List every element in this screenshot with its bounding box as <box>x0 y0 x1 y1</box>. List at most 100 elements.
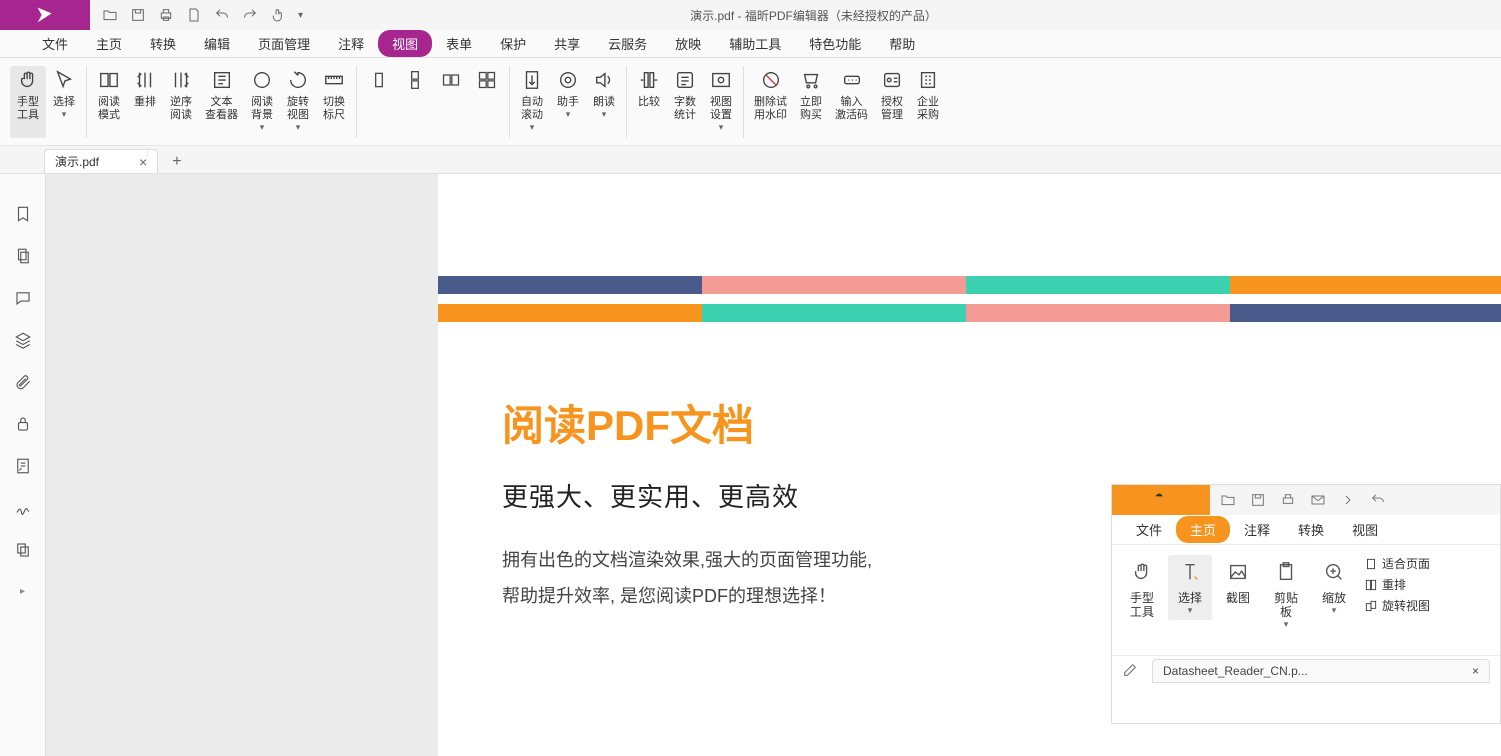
decorative-bars <box>438 276 1501 322</box>
delwm-icon <box>759 68 783 92</box>
mini-menu-file: 文件 <box>1122 516 1176 543</box>
cursor-icon <box>1177 559 1203 585</box>
menu-accessibility[interactable]: 辅助工具 <box>715 30 795 57</box>
textview-icon <box>210 68 234 92</box>
wordcount-button[interactable]: 字数 统计 <box>667 66 703 138</box>
mini-snapshot-button: 截图 <box>1216 555 1260 609</box>
autoscroll-icon <box>520 68 544 92</box>
qat-dropdown-icon[interactable]: ▾ <box>298 7 314 23</box>
add-tab-button[interactable]: + <box>172 153 181 173</box>
select-button[interactable]: 选择 ▾ <box>46 66 82 138</box>
ruler-button[interactable]: 切换 标尺 <box>316 66 352 138</box>
mini-logo <box>1112 485 1210 515</box>
ribbon: 手型 工具 选择 ▾ 阅读 模式 重排 逆序 阅读 文本 查看器 阅读 背景▾ … <box>0 58 1501 146</box>
layout-single-button[interactable] <box>361 66 397 138</box>
read-bg-button[interactable]: 阅读 背景▾ <box>244 66 280 138</box>
buy-now-button[interactable]: 立即 购买 <box>793 66 829 138</box>
enterprise-icon <box>916 68 940 92</box>
menu-features[interactable]: 特色功能 <box>795 30 875 57</box>
rotate-icon <box>286 68 310 92</box>
mini-menu-view: 视图 <box>1338 516 1392 543</box>
clipboard-icon <box>1273 559 1299 585</box>
menu-file[interactable]: 文件 <box>28 30 82 57</box>
menu-page-mgmt[interactable]: 页面管理 <box>244 30 324 57</box>
layers-icon[interactable] <box>13 330 33 350</box>
menu-home[interactable]: 主页 <box>82 30 136 57</box>
menu-help[interactable]: 帮助 <box>875 30 929 57</box>
close-icon: × <box>1472 664 1479 678</box>
license-icon <box>880 68 904 92</box>
layout-continuous-button[interactable] <box>397 66 433 138</box>
chevron-down-icon: ▾ <box>260 122 265 133</box>
bg-icon <box>250 68 274 92</box>
menu-view[interactable]: 视图 <box>378 30 432 57</box>
save-icon[interactable] <box>130 7 146 23</box>
menu-protect[interactable]: 保护 <box>486 30 540 57</box>
open-icon[interactable] <box>102 7 118 23</box>
chevron-down-icon: ▾ <box>530 122 535 133</box>
menu-edit[interactable]: 编辑 <box>190 30 244 57</box>
activation-code-button[interactable]: 输入 激活码 <box>829 66 874 138</box>
read-mode-button[interactable]: 阅读 模式 <box>91 66 127 138</box>
undo-icon[interactable] <box>214 7 230 23</box>
bookmark-icon[interactable] <box>13 204 33 224</box>
menu-annotate[interactable]: 注释 <box>324 30 378 57</box>
mini-menu-convert: 转换 <box>1284 516 1338 543</box>
ruler-icon <box>322 68 346 92</box>
camera-icon <box>1225 559 1251 585</box>
menu-cloud[interactable]: 云服务 <box>594 30 661 57</box>
titlebar: ▾ 演示.pdf - 福昕PDF编辑器（未经授权的产品） <box>0 0 1501 30</box>
menu-form[interactable]: 表单 <box>432 30 486 57</box>
menubar: 文件 主页 转换 编辑 页面管理 注释 视图 表单 保护 共享 云服务 放映 辅… <box>0 30 1501 58</box>
redo-icon[interactable] <box>242 7 258 23</box>
layout-facing-button[interactable] <box>433 66 469 138</box>
menu-present[interactable]: 放映 <box>661 30 715 57</box>
comment-icon[interactable] <box>13 288 33 308</box>
read-aloud-button[interactable]: 朗读▾ <box>586 66 622 138</box>
touch-icon[interactable] <box>270 7 286 23</box>
rotate-view-button[interactable]: 旋转 视图▾ <box>280 66 316 138</box>
layout-facing-cont-button[interactable] <box>469 66 505 138</box>
mini-next-icon <box>1340 492 1356 508</box>
quick-access-toolbar: ▾ <box>90 7 326 23</box>
license-mgmt-button[interactable]: 授权 管理 <box>874 66 910 138</box>
mini-rotate: 旋转视图 <box>1364 597 1430 614</box>
clipboard-icon[interactable] <box>13 540 33 560</box>
security-icon[interactable] <box>13 414 33 434</box>
page-icon[interactable] <box>186 7 202 23</box>
view-settings-button[interactable]: 视图 设置▾ <box>703 66 739 138</box>
remove-watermark-button[interactable]: 删除试 用水印 <box>748 66 793 138</box>
reflow-button[interactable]: 重排 <box>127 66 163 138</box>
mini-hand-button: 手型 工具 <box>1120 555 1164 623</box>
reverse-icon <box>169 68 193 92</box>
form-icon[interactable] <box>13 456 33 476</box>
chevron-down-icon: ▾ <box>296 122 301 133</box>
mini-select-button: 选择▾ <box>1168 555 1212 620</box>
text-viewer-button[interactable]: 文本 查看器 <box>199 66 244 138</box>
print-icon[interactable] <box>158 7 174 23</box>
reflow-icon <box>133 68 157 92</box>
menu-share[interactable]: 共享 <box>540 30 594 57</box>
signature-icon[interactable] <box>13 498 33 518</box>
autoscroll-button[interactable]: 自动 滚动▾ <box>514 66 550 138</box>
close-tab-icon[interactable]: × <box>139 154 147 170</box>
zoom-icon <box>1321 559 1347 585</box>
pages-icon[interactable] <box>13 246 33 266</box>
expand-panel-icon[interactable]: ▸ <box>20 586 25 597</box>
assistant-button[interactable]: 助手▾ <box>550 66 586 138</box>
enterprise-button[interactable]: 企业 采购 <box>910 66 946 138</box>
attachment-icon[interactable] <box>13 372 33 392</box>
window-title: 演示.pdf - 福昕PDF编辑器（未经授权的产品） <box>326 7 1301 24</box>
assist-icon <box>556 68 580 92</box>
layout3-icon <box>439 68 463 92</box>
left-nav-panel: ▸ <box>0 174 46 756</box>
doc-heading: 阅读PDF文档 <box>502 392 1501 453</box>
document-viewport[interactable]: 阅读PDF文档 更强大、更实用、更高效 拥有出色的文档渲染效果,强大的页面管理功… <box>438 174 1501 756</box>
mini-fit-page: 适合页面 <box>1364 555 1430 572</box>
document-tab[interactable]: 演示.pdf × <box>44 149 158 173</box>
key-icon <box>840 68 864 92</box>
reverse-read-button[interactable]: 逆序 阅读 <box>163 66 199 138</box>
compare-button[interactable]: 比较 <box>631 66 667 138</box>
hand-tool-button[interactable]: 手型 工具 <box>10 66 46 138</box>
menu-convert[interactable]: 转换 <box>136 30 190 57</box>
